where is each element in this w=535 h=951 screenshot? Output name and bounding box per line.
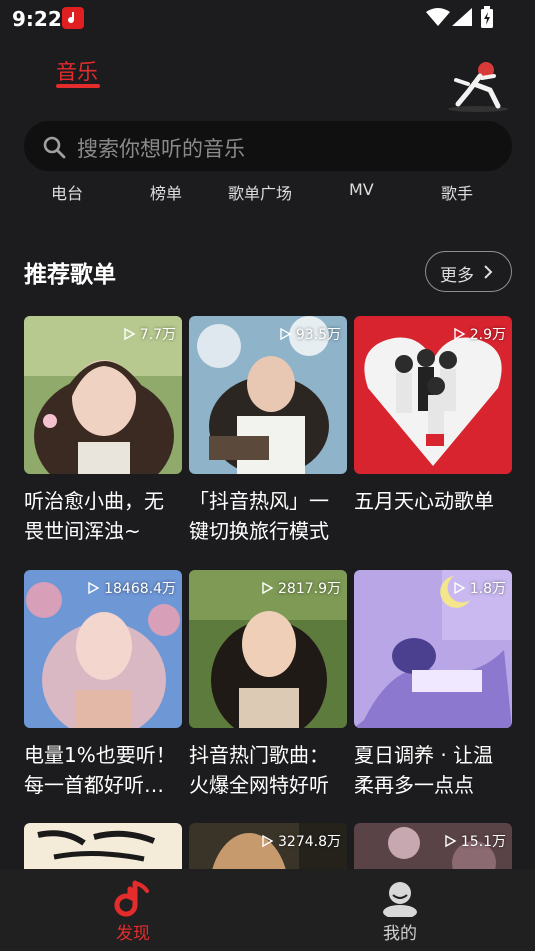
play-icon <box>262 834 274 848</box>
play-count-text: 7.7万 <box>139 327 176 343</box>
play-icon <box>124 327 136 341</box>
search-icon <box>43 136 66 159</box>
more-button[interactable]: 更多 <box>425 251 512 292</box>
search-placeholder: 搜索你想听的音乐 <box>77 137 245 161</box>
user-avatar-icon[interactable] <box>446 58 510 114</box>
play-icon <box>280 327 292 341</box>
playlist-title: 「抖音热风」一键切换旅行模式 <box>189 489 329 543</box>
status-time: 9:22 <box>12 7 62 31</box>
play-count: 93.5万 <box>278 324 341 344</box>
chevron-right-icon <box>484 265 493 279</box>
play-icon <box>262 581 274 595</box>
play-count-text: 18468.4万 <box>104 581 176 597</box>
nav-mine-label: 我的 <box>383 924 417 944</box>
category-mv[interactable]: MV <box>349 180 374 199</box>
nav-discover[interactable]: 发现 <box>53 869 213 951</box>
play-count: 15.1万 <box>443 831 506 851</box>
play-icon <box>454 581 466 595</box>
playlist-title: 电量1%也要听！每一首都好听… <box>24 743 176 797</box>
play-count: 18468.4万 <box>86 578 176 598</box>
play-count-text: 93.5万 <box>295 327 341 343</box>
nav-discover-label: 发现 <box>116 924 150 944</box>
play-count-text: 2817.9万 <box>278 581 341 597</box>
battery-icon <box>481 6 493 28</box>
play-count: 7.7万 <box>122 324 176 344</box>
app-notification-icon <box>62 7 84 29</box>
wifi-icon <box>426 8 450 26</box>
user-icon <box>383 882 417 917</box>
play-count: 1.8万 <box>452 578 506 598</box>
playlist-title: 听治愈小曲，无畏世间浑浊~ <box>24 489 164 543</box>
signal-icon <box>452 8 472 26</box>
section-title: 推荐歌单 <box>24 262 116 288</box>
play-count-text: 15.1万 <box>460 834 506 850</box>
more-label: 更多 <box>440 266 474 286</box>
category-charts[interactable]: 榜单 <box>150 180 182 202</box>
play-icon <box>88 581 100 595</box>
tab-indicator <box>56 84 100 88</box>
play-count: 2.9万 <box>452 324 506 344</box>
play-count-text: 1.8万 <box>469 581 506 597</box>
category-row: 电台 榜单 歌单广场 MV 歌手 <box>0 172 535 202</box>
category-singers[interactable]: 歌手 <box>441 180 473 202</box>
search-bar[interactable]: 搜索你想听的音乐 <box>24 121 512 171</box>
category-playlist-square[interactable]: 歌单广场 <box>228 180 292 202</box>
play-count-text: 3274.8万 <box>278 834 341 850</box>
play-icon <box>445 834 457 848</box>
category-radio[interactable]: 电台 <box>51 180 83 202</box>
playlist-title: 五月天心动歌单 <box>354 489 494 513</box>
play-count: 2817.9万 <box>260 578 341 598</box>
playlist-title: 夏日调养 · 让温柔再多一点点 <box>354 743 494 797</box>
playlist-title: 抖音热门歌曲：火爆全网特好听 <box>189 743 329 797</box>
nav-mine[interactable]: 我的 <box>320 869 480 951</box>
play-icon <box>454 327 466 341</box>
bottom-nav: 发现 我的 <box>0 869 535 951</box>
music-note-icon <box>114 880 149 917</box>
play-count-text: 2.9万 <box>469 327 506 343</box>
status-bar: 9:22 <box>0 0 535 36</box>
play-count: 3274.8万 <box>260 831 341 851</box>
tab-music[interactable]: 音乐 <box>56 56 98 86</box>
